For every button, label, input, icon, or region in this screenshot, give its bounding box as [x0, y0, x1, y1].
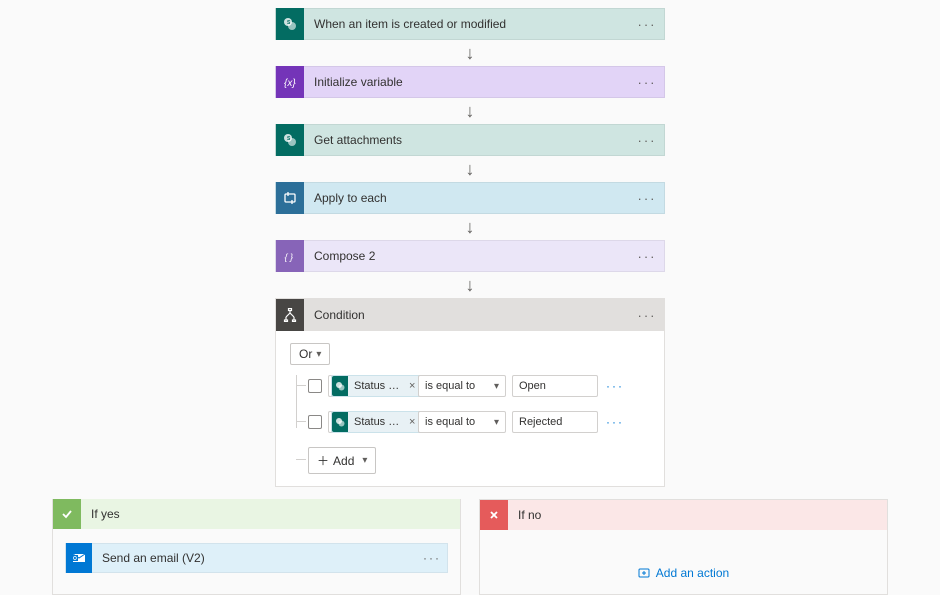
rule-checkbox[interactable]: [308, 415, 322, 429]
step-apply-to-each[interactable]: Apply to each ···: [275, 182, 665, 214]
chevron-down-icon: ▾: [494, 381, 499, 392]
group-operator-select[interactable]: Or ▾: [290, 343, 330, 365]
rule-operator-select[interactable]: is equal to ▾: [418, 375, 506, 397]
add-label: Add: [333, 454, 354, 468]
branch-if-no: If no Add an action: [479, 499, 888, 595]
ellipsis-icon[interactable]: ···: [604, 415, 626, 429]
check-icon: [53, 499, 81, 529]
loop-icon: [276, 182, 304, 214]
step-label: Apply to each: [304, 191, 630, 205]
branch-label: If yes: [81, 507, 120, 521]
ellipsis-icon[interactable]: ···: [630, 308, 664, 323]
rules-list: Status Va... × is equal to ▾ Open ···: [308, 375, 650, 474]
outlook-icon: O: [66, 543, 92, 573]
branch-body: Add an action: [480, 530, 887, 594]
ellipsis-icon[interactable]: ···: [604, 379, 626, 393]
action-send-email[interactable]: O Send an email (V2) ···: [65, 543, 448, 573]
dynamic-token: Status Va... ×: [331, 375, 421, 397]
branch-body: O Send an email (V2) ···: [53, 529, 460, 587]
close-icon: [480, 500, 508, 530]
ellipsis-icon[interactable]: ···: [630, 17, 664, 32]
arrow-down-icon: ↓: [466, 218, 475, 236]
arrow-down-icon: ↓: [466, 160, 475, 178]
sharepoint-icon: S: [276, 124, 304, 156]
step-label: Get attachments: [304, 133, 630, 147]
chevron-down-icon: ▾: [362, 455, 367, 466]
chevron-down-icon: ▾: [316, 349, 321, 360]
ellipsis-icon[interactable]: ···: [630, 249, 664, 264]
rule-left-operand[interactable]: Status Va... ×: [328, 411, 412, 433]
svg-text:O: O: [73, 556, 77, 562]
step-label: Compose 2: [304, 249, 630, 263]
plus-icon: ＋: [317, 452, 329, 469]
condition-branches: If yes O Send an email (V2) ··· If no Ad…: [0, 487, 940, 595]
operator-label: is equal to: [425, 380, 475, 392]
flow-canvas: S When an item is created or modified ··…: [0, 0, 940, 595]
variable-icon: {x}: [276, 66, 304, 98]
chevron-down-icon: ▾: [494, 417, 499, 428]
condition-title: Condition: [304, 308, 630, 322]
operator-label: is equal to: [425, 416, 475, 428]
condition-header[interactable]: Condition ···: [276, 299, 664, 331]
arrow-down-icon: ↓: [466, 44, 475, 62]
rule-checkbox[interactable]: [308, 379, 322, 393]
arrow-down-icon: ↓: [466, 102, 475, 120]
sharepoint-icon: S: [276, 8, 304, 40]
condition-card: Condition ··· Or ▾ Status Va... ×: [275, 298, 665, 487]
add-button[interactable]: ＋ Add ▾: [308, 447, 376, 474]
sharepoint-icon: [332, 412, 348, 432]
condition-body: Or ▾ Status Va... × is equal to: [276, 331, 664, 486]
step-label: When an item is created or modified: [304, 17, 630, 31]
branch-header[interactable]: If yes: [53, 499, 460, 529]
value-text: Rejected: [519, 416, 562, 428]
step-initialize-variable[interactable]: {x} Initialize variable ···: [275, 66, 665, 98]
ellipsis-icon[interactable]: ···: [630, 191, 664, 206]
ellipsis-icon[interactable]: ···: [417, 551, 447, 565]
step-trigger[interactable]: S When an item is created or modified ··…: [275, 8, 665, 40]
condition-rule: Status Va... × is equal to ▾ Open ···: [308, 375, 650, 397]
dynamic-token: Status Va... ×: [331, 411, 421, 433]
token-label: Status Va...: [348, 380, 404, 392]
arrow-down-icon: ↓: [466, 276, 475, 294]
token-label: Status Va...: [348, 416, 404, 428]
value-text: Open: [519, 380, 546, 392]
compose-icon: { }: [276, 240, 304, 272]
rule-value-input[interactable]: Open: [512, 375, 598, 397]
branch-header[interactable]: If no: [480, 500, 887, 530]
svg-text:{ }: { }: [285, 252, 294, 262]
add-rule-row: ＋ Add ▾: [308, 447, 650, 474]
step-compose[interactable]: { } Compose 2 ···: [275, 240, 665, 272]
sharepoint-icon: [332, 376, 348, 396]
add-action-label: Add an action: [656, 566, 729, 580]
step-get-attachments[interactable]: S Get attachments ···: [275, 124, 665, 156]
rule-operator-select[interactable]: is equal to ▾: [418, 411, 506, 433]
rule-left-operand[interactable]: Status Va... ×: [328, 375, 412, 397]
condition-rule: Status Va... × is equal to ▾ Rejected ··…: [308, 411, 650, 433]
ellipsis-icon[interactable]: ···: [630, 75, 664, 90]
rule-value-input[interactable]: Rejected: [512, 411, 598, 433]
step-label: Initialize variable: [304, 75, 630, 89]
add-action-link[interactable]: Add an action: [638, 566, 729, 580]
condition-icon: [276, 299, 304, 331]
add-action-icon: [638, 567, 650, 579]
action-label: Send an email (V2): [92, 551, 417, 565]
branch-if-yes: If yes O Send an email (V2) ···: [52, 499, 461, 595]
ellipsis-icon[interactable]: ···: [630, 133, 664, 148]
branch-label: If no: [508, 508, 541, 522]
group-operator-label: Or: [299, 347, 312, 361]
svg-text:{x}: {x}: [284, 78, 296, 89]
